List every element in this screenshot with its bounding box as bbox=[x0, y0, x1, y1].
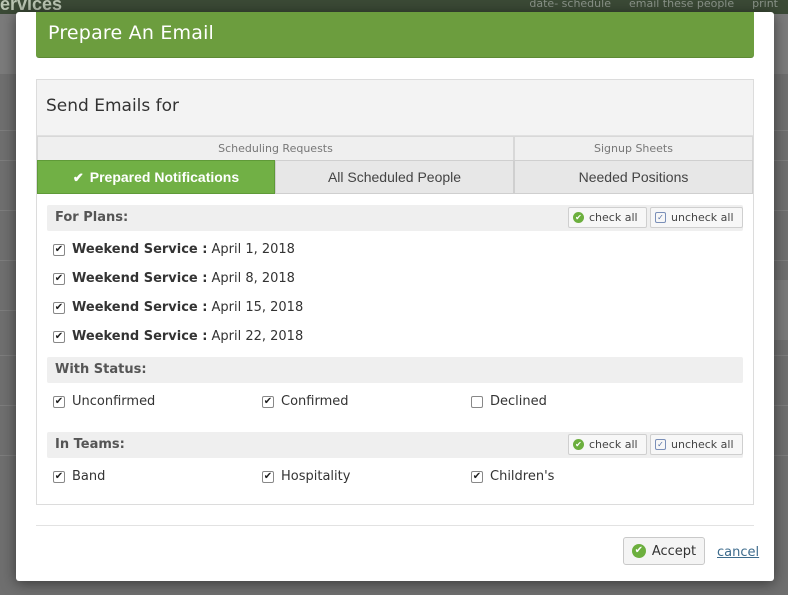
tab-bar: ✔ Prepared Notifications All Scheduled Pe… bbox=[37, 160, 753, 194]
status-item-unconfirmed[interactable]: ✔ Unconfirmed bbox=[53, 394, 155, 409]
send-emails-panel: Send Emails for Scheduling Requests Sign… bbox=[36, 79, 754, 505]
tab-label: Needed Positions bbox=[578, 169, 689, 185]
footer-divider bbox=[36, 525, 754, 526]
panel-header: Send Emails for bbox=[37, 80, 753, 136]
tab-group-signup-sheets: Signup Sheets bbox=[514, 136, 753, 160]
accept-label: Accept bbox=[651, 543, 697, 559]
checkbox-unchecked[interactable] bbox=[471, 395, 483, 408]
uncheck-box-icon: ✓ bbox=[655, 439, 666, 450]
plans-check-all-button[interactable]: ✔ check all bbox=[568, 207, 647, 228]
plan-date: April 1, 2018 bbox=[211, 242, 295, 257]
panel-title: Send Emails for bbox=[46, 96, 180, 116]
background-right-edge bbox=[774, 280, 788, 340]
plan-date: April 15, 2018 bbox=[211, 300, 304, 315]
plan-name: Weekend Service : bbox=[72, 300, 208, 315]
plan-date: April 8, 2018 bbox=[211, 271, 295, 286]
teams-section-header: In Teams: ✔ check all ✓ uncheck all bbox=[47, 432, 743, 458]
tab-label: Prepared Notifications bbox=[89, 169, 240, 185]
status-item-declined[interactable]: Declined bbox=[471, 394, 547, 409]
check-circle-icon: ✔ bbox=[573, 212, 584, 223]
check-circle-icon: ✔ bbox=[573, 439, 584, 450]
team-item-hospitality[interactable]: ✔ Hospitality bbox=[262, 469, 350, 484]
status-name: Unconfirmed bbox=[72, 394, 156, 409]
teams-uncheck-all-button[interactable]: ✓ uncheck all bbox=[650, 434, 743, 455]
plan-name: Weekend Service : bbox=[72, 242, 208, 257]
tab-needed-positions[interactable]: Needed Positions bbox=[514, 160, 753, 194]
plan-item[interactable]: ✔ Weekend Service : April 15, 2018 bbox=[53, 300, 303, 315]
status-name: Confirmed bbox=[281, 394, 349, 409]
checkbox-checked[interactable]: ✔ bbox=[262, 470, 274, 483]
tab-prepared-notifications[interactable]: ✔ Prepared Notifications bbox=[37, 160, 275, 194]
accept-button[interactable]: ✔ Accept bbox=[623, 537, 705, 565]
team-name: Band bbox=[72, 469, 106, 484]
tab-all-scheduled-people[interactable]: All Scheduled People bbox=[275, 160, 514, 194]
checkbox-checked[interactable]: ✔ bbox=[53, 243, 65, 256]
uncheck-all-label: uncheck all bbox=[671, 438, 734, 451]
team-name: Hospitality bbox=[281, 469, 351, 484]
uncheck-all-label: uncheck all bbox=[671, 211, 734, 224]
status-section-header: With Status: bbox=[47, 357, 743, 383]
plan-item[interactable]: ✔ Weekend Service : April 8, 2018 bbox=[53, 271, 295, 286]
check-all-label: check all bbox=[589, 211, 638, 224]
check-all-label: check all bbox=[589, 438, 638, 451]
plan-name: Weekend Service : bbox=[72, 329, 208, 344]
tab-label: All Scheduled People bbox=[327, 169, 462, 185]
background-link-schedule: date- schedule bbox=[529, 0, 611, 10]
checkbox-checked[interactable]: ✔ bbox=[53, 272, 65, 285]
email-modal: Prepare An Email Send Emails for Schedul… bbox=[16, 12, 774, 581]
teams-check-all-button[interactable]: ✔ check all bbox=[568, 434, 647, 455]
status-name: Declined bbox=[490, 394, 547, 409]
background-links: date- schedule email these people print bbox=[529, 0, 778, 10]
checkbox-checked[interactable]: ✔ bbox=[53, 330, 65, 343]
plans-label: For Plans: bbox=[55, 210, 129, 225]
teams-label: In Teams: bbox=[55, 437, 125, 452]
background-link-email: email these people bbox=[628, 0, 735, 10]
checkmark-icon: ✔ bbox=[72, 170, 84, 185]
checkbox-checked[interactable]: ✔ bbox=[262, 395, 274, 408]
plans-section-header: For Plans: ✔ check all ✓ uncheck all bbox=[47, 205, 743, 231]
modal-header: Prepare An Email bbox=[36, 12, 754, 58]
status-item-confirmed[interactable]: ✔ Confirmed bbox=[262, 394, 349, 409]
check-circle-icon: ✔ bbox=[631, 544, 646, 558]
checkbox-checked[interactable]: ✔ bbox=[53, 395, 65, 408]
checkbox-checked[interactable]: ✔ bbox=[53, 301, 65, 314]
plan-date: April 22, 2018 bbox=[211, 329, 304, 344]
cancel-link[interactable]: cancel bbox=[717, 545, 759, 560]
tab-groups: Scheduling Requests Signup Sheets bbox=[37, 136, 753, 160]
checkbox-checked[interactable]: ✔ bbox=[53, 470, 65, 483]
team-item-childrens[interactable]: ✔ Children's bbox=[471, 469, 554, 484]
plan-name: Weekend Service : bbox=[72, 271, 208, 286]
checkbox-checked[interactable]: ✔ bbox=[471, 470, 483, 483]
background-link-print: print bbox=[752, 0, 778, 10]
plan-item[interactable]: ✔ Weekend Service : April 1, 2018 bbox=[53, 242, 295, 257]
plans-uncheck-all-button[interactable]: ✓ uncheck all bbox=[650, 207, 743, 228]
plan-item[interactable]: ✔ Weekend Service : April 22, 2018 bbox=[53, 329, 303, 344]
status-label: With Status: bbox=[55, 362, 147, 377]
uncheck-box-icon: ✓ bbox=[655, 212, 666, 223]
team-item-band[interactable]: ✔ Band bbox=[53, 469, 105, 484]
modal-title: Prepare An Email bbox=[48, 22, 215, 44]
tab-group-scheduling-requests: Scheduling Requests bbox=[37, 136, 514, 160]
team-name: Children's bbox=[490, 469, 555, 484]
